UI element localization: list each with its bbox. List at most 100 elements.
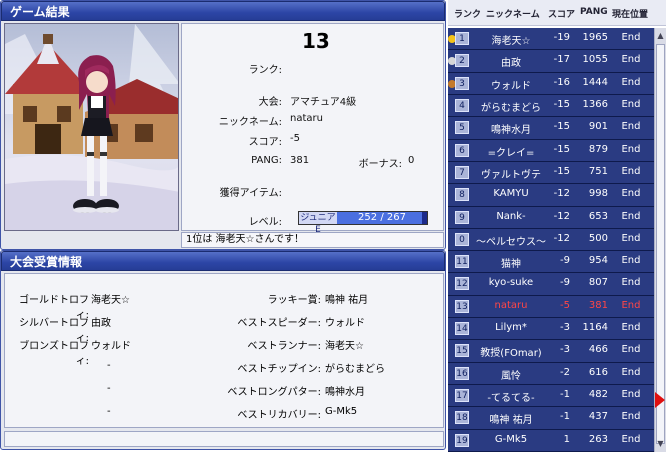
row-status: End — [621, 389, 641, 401]
row-status: End — [621, 32, 641, 43]
row-nickname: 風怜 — [501, 370, 521, 382]
row-score: -15 — [553, 98, 570, 110]
row-rank: 18 — [455, 411, 469, 425]
row-status: End — [621, 232, 641, 244]
header-score[interactable]: スコア — [548, 7, 575, 20]
row-status: End — [621, 188, 641, 200]
header-position[interactable]: 現在位置 — [612, 7, 648, 20]
ranking-row[interactable]: 7 ヴァルトヴテ -15 751 End — [448, 161, 654, 185]
row-status: End — [621, 255, 641, 267]
selection-arrow-icon — [655, 392, 665, 408]
row-pang: 1366 — [582, 98, 608, 110]
row-nickname: ～ペルセウス～ — [476, 236, 546, 248]
header-rank[interactable]: ランク — [454, 7, 481, 20]
award-empty-2: - — [107, 383, 111, 394]
row-status: End — [621, 433, 641, 445]
row-score: -15 — [553, 143, 570, 155]
ranking-row[interactable]: 15 教授(FOmar) -3 466 End — [448, 340, 654, 363]
ranking-row[interactable]: 12 kyo-suke -9 807 End — [448, 273, 654, 296]
game-result-panel: ゲーム結果 ランク: 13 大会: アマチュア4級 ニックネーム: nataru… — [0, 0, 446, 250]
pang-label: PANG: — [251, 155, 282, 166]
award-empty-1: - — [107, 360, 111, 371]
row-rank: 4 — [455, 98, 469, 112]
character-illustration — [5, 24, 178, 230]
row-nickname: =クレイ= — [487, 147, 535, 159]
row-pang: 1444 — [582, 76, 608, 88]
level-label: レベル: — [248, 217, 282, 228]
row-score: -5 — [560, 299, 570, 311]
ranking-row[interactable]: 8 KAMYU -12 998 End — [448, 184, 654, 207]
header-nickname[interactable]: ニックネーム — [486, 7, 540, 20]
best-speeder-label: ベストスピーダー: — [237, 318, 321, 329]
row-score: 1 — [563, 433, 570, 445]
scroll-thumb[interactable] — [656, 44, 665, 444]
ranking-row[interactable]: 11 猫神 -9 954 End — [448, 251, 654, 274]
character-scene-image — [4, 23, 179, 231]
row-score: -1 — [560, 389, 570, 401]
ranking-row[interactable]: 1 海老天☆ -19 1965 End — [448, 28, 654, 51]
ranking-row[interactable]: 6 =クレイ= -15 879 End — [448, 139, 654, 162]
ranking-row[interactable]: 4 がらむまどら -15 1366 End — [448, 94, 654, 118]
row-nickname: 由政 — [501, 58, 521, 70]
row-status: End — [621, 76, 641, 88]
nickname-label: ニックネーム: — [218, 117, 282, 128]
bronze-trophy-value: ウォルド — [91, 341, 131, 352]
row-pang: 482 — [588, 389, 608, 401]
row-nickname: Lilym* — [495, 322, 527, 334]
row-pang: 1965 — [582, 32, 608, 43]
rank-label: ランク: — [248, 65, 282, 76]
level-progress-text: 252 / 267 — [358, 212, 406, 223]
lucky-award-label: ラッキー賞: — [267, 295, 321, 306]
ranking-row[interactable]: 18 鳴神 祐月 -1 437 End — [448, 407, 654, 430]
row-nickname: ウォルド — [491, 80, 531, 92]
best-runner-value: 海老天☆ — [325, 341, 364, 352]
ranking-row[interactable]: 19 G-Mk5 1 263 End — [448, 429, 654, 452]
ranking-row[interactable]: 0 ～ペルセウス～ -12 500 End — [448, 228, 654, 252]
row-pang: 879 — [588, 143, 608, 155]
row-nickname: kyo-suke — [488, 277, 534, 289]
row-pang: 653 — [588, 210, 608, 222]
nickname-value: nataru — [290, 113, 323, 124]
awards-box: ゴールドトロフィ: 海老天☆ シルバートロフィ: 由政 ブロンズトロフィ: ウォ… — [4, 273, 444, 428]
ranking-row[interactable]: 3 ウォルド -16 1444 End — [448, 72, 654, 95]
row-pang: 954 — [588, 255, 608, 267]
row-rank: 17 — [455, 389, 469, 403]
ranking-row[interactable]: 13 nataru -5 381 End — [448, 295, 654, 319]
bonus-value: 0 — [408, 155, 415, 166]
best-recovery-label: ベストリカバリー: — [237, 410, 321, 421]
awards-footer — [4, 431, 444, 447]
row-nickname: G-Mk5 — [494, 433, 528, 445]
scroll-down-icon[interactable]: ▼ — [656, 438, 665, 450]
ranking-row[interactable]: 14 Lilym* -3 1164 End — [448, 318, 654, 341]
scroll-up-icon[interactable]: ▲ — [656, 30, 665, 42]
row-pang: 807 — [588, 277, 608, 289]
ranking-list[interactable]: 1 海老天☆ -19 1965 End 2 由政 -17 1055 End 3 ウォルド -16 1444… — [448, 28, 654, 452]
result-info-box: ランク: 13 大会: アマチュア4級 ニックネーム: nataru スコア: … — [181, 23, 444, 235]
ranking-row[interactable]: 9 Nank- -12 653 End — [448, 206, 654, 229]
ranking-scrollbar[interactable]: ▲ ▼ — [654, 28, 666, 452]
result-message: 1位は 海老天☆さんです！ — [181, 232, 444, 248]
ranking-row[interactable]: 5 鳴神水月 -15 901 End — [448, 117, 654, 140]
row-score: -3 — [560, 344, 570, 356]
row-status: End — [621, 165, 641, 177]
awards-panel-title: 大会受賞情報 — [1, 251, 445, 271]
row-status: End — [621, 411, 641, 423]
header-pang[interactable]: PANG — [580, 7, 608, 17]
silver-trophy-value: 由政 — [91, 318, 111, 329]
ranking-row[interactable]: 2 由政 -17 1055 End — [448, 50, 654, 73]
row-score: -15 — [553, 121, 570, 133]
row-nickname: nataru — [494, 299, 528, 311]
result-panel-title: ゲーム結果 — [1, 1, 445, 21]
row-rank: 5 — [455, 121, 469, 135]
row-score: -16 — [553, 76, 570, 88]
row-rank: 9 — [455, 210, 469, 224]
row-score: -12 — [553, 210, 570, 222]
score-value: -5 — [290, 133, 300, 144]
row-rank: 7 — [455, 165, 469, 179]
gold-trophy-value: 海老天☆ — [91, 295, 130, 306]
row-rank: 3 — [455, 76, 469, 90]
ranking-row[interactable]: 17 -てるてる- -1 482 End — [448, 385, 654, 408]
row-status: End — [621, 277, 641, 289]
ranking-row[interactable]: 16 風怜 -2 616 End — [448, 362, 654, 386]
row-pang: 500 — [588, 232, 608, 244]
